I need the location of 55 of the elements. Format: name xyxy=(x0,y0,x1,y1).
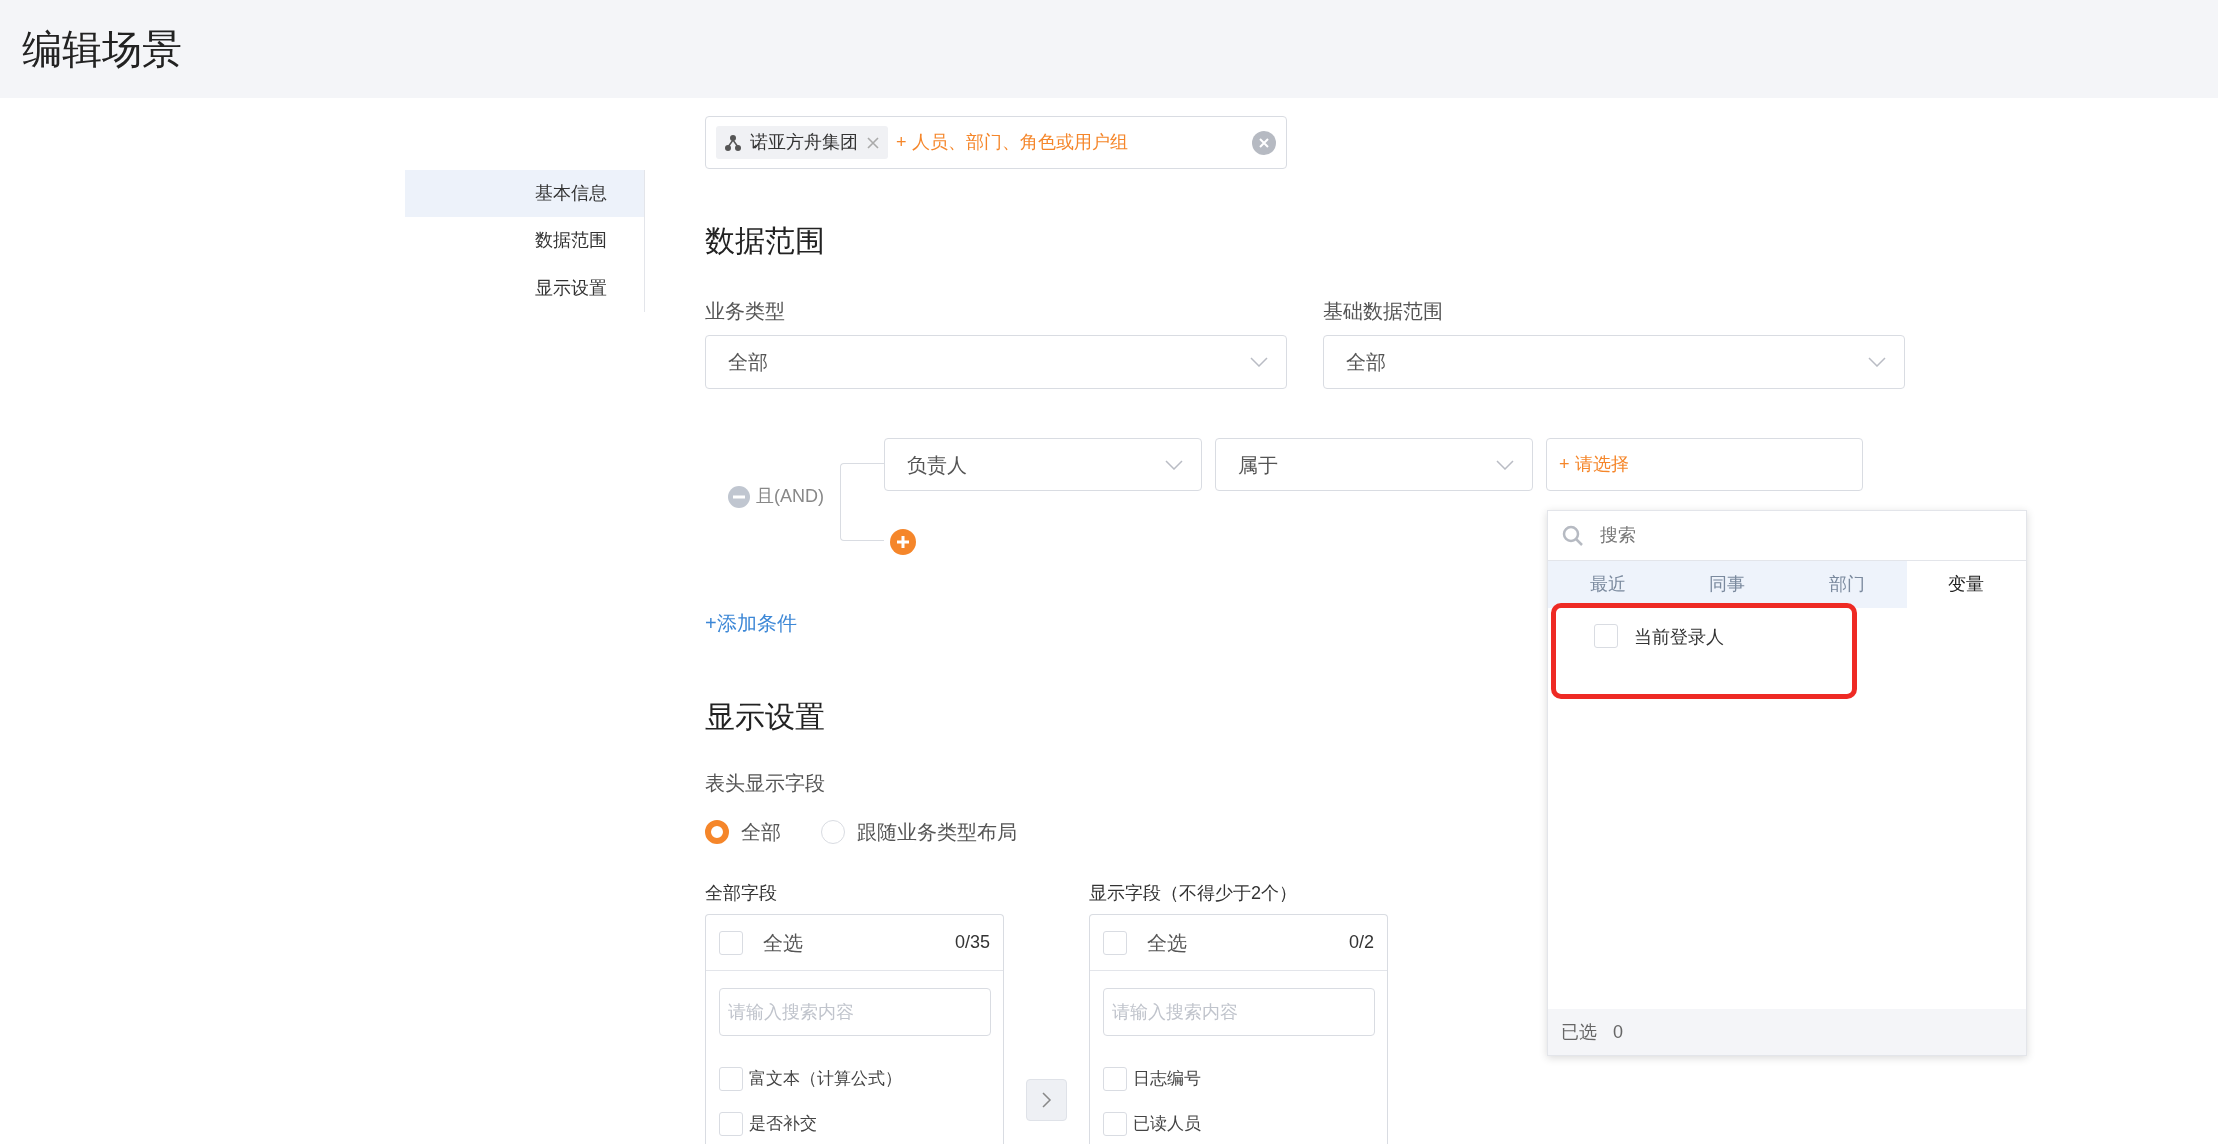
chevron-down-icon xyxy=(1868,357,1886,367)
radio-button[interactable] xyxy=(705,820,729,844)
org-tag: 诺亚方舟集团 xyxy=(716,126,888,159)
checkbox[interactable] xyxy=(719,930,743,955)
scope-field[interactable]: 诺亚方舟集团 + 人员、部门、角色或用户组 xyxy=(705,116,1287,169)
checkbox[interactable] xyxy=(1103,1111,1127,1136)
list-search-field[interactable]: 请输入搜索内容 xyxy=(719,988,991,1036)
chevron-right-icon xyxy=(1041,1092,1052,1108)
checkbox[interactable] xyxy=(719,1111,743,1136)
checkbox[interactable] xyxy=(719,1066,743,1091)
select-field[interactable]: 全部 xyxy=(1323,335,1905,389)
chevron-down-icon xyxy=(1165,459,1183,470)
sidebar-item[interactable]: 基本信息 xyxy=(405,170,644,218)
section-heading: 数据范围 xyxy=(705,223,826,259)
sidebar-item[interactable]: 显示设置 xyxy=(405,264,644,312)
clear-icon[interactable] xyxy=(1252,130,1276,155)
org-chart-icon xyxy=(724,133,742,152)
sidebar-item[interactable]: 数据范围 xyxy=(405,217,644,265)
radio-label: 全部 xyxy=(741,820,781,845)
section-heading: 显示设置 xyxy=(705,699,826,735)
chevron-down-icon xyxy=(1250,357,1268,367)
field-option: 富文本（计算公式） xyxy=(749,1065,902,1092)
highlight-box[interactable]: 当前登录人 xyxy=(1551,603,1857,699)
transfer-button[interactable] xyxy=(1026,1079,1067,1121)
field-label: 基础数据范围 xyxy=(1323,299,1444,324)
search-icon xyxy=(1562,524,1584,547)
select-field[interactable]: 负责人 xyxy=(884,438,1202,491)
list-title: 全部字段 xyxy=(705,882,778,905)
selection-count: 0/2 xyxy=(1348,931,1374,954)
selection-count: 0/35 xyxy=(954,931,990,954)
logic-label: 且(AND) xyxy=(756,485,824,508)
list-search-field[interactable]: 请输入搜索内容 xyxy=(1103,988,1375,1036)
add-circle-icon[interactable] xyxy=(890,529,916,555)
search-field[interactable]: 搜索 xyxy=(1600,522,2012,549)
select-all-label: 全选 xyxy=(763,930,804,956)
select-field[interactable]: 属于 xyxy=(1215,438,1533,491)
selected-label: 已选 xyxy=(1561,1020,1597,1044)
select-field[interactable]: 全部 xyxy=(705,335,1287,389)
checkbox[interactable] xyxy=(1594,624,1618,648)
field-option: 日志编号 xyxy=(1133,1065,1201,1092)
checkbox[interactable] xyxy=(1103,1066,1127,1091)
list-title: 显示字段（不得少于2个） xyxy=(1089,882,1298,905)
radio-label: 跟随业务类型布局 xyxy=(857,820,1017,845)
chevron-down-icon xyxy=(1496,459,1514,470)
checkbox[interactable] xyxy=(1103,930,1127,955)
minus-circle-icon[interactable] xyxy=(728,485,750,508)
field-label: 表头显示字段 xyxy=(705,771,826,796)
field-label: 业务类型 xyxy=(705,299,786,324)
selected-count: 0 xyxy=(1613,1020,1623,1044)
page-title: 编辑场景 xyxy=(22,26,182,73)
remove-icon[interactable] xyxy=(866,135,880,150)
select-all-label: 全选 xyxy=(1147,930,1188,956)
field-option: 已读人员 xyxy=(1133,1110,1201,1137)
field-option: 是否补交 xyxy=(749,1110,817,1137)
option-label: 当前登录人 xyxy=(1634,626,1724,649)
